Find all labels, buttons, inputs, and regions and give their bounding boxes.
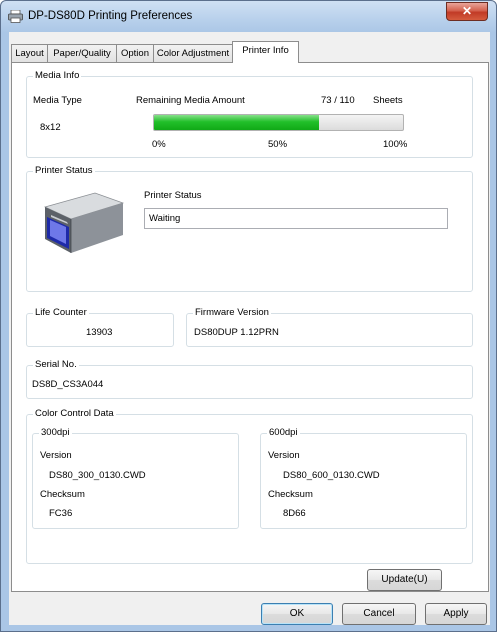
color-control-data-group: Color Control Data 300dpi Version DS80_3… — [26, 408, 473, 564]
ok-button[interactable]: OK — [261, 603, 333, 625]
printer-status-group: Printer Status Printer Status Waiting — [26, 165, 473, 292]
apply-button[interactable]: Apply — [425, 603, 487, 625]
printer-icon — [8, 10, 23, 23]
firmware-version-group-label: Firmware Version — [193, 307, 271, 318]
tab-color-adjustment[interactable]: Color Adjustment — [153, 44, 233, 62]
dialog-window: DP-DS80D Printing Preferences ✕ Layout P… — [0, 0, 497, 632]
remaining-media-label: Remaining Media Amount — [136, 95, 245, 106]
dpi300-checksum-label: Checksum — [40, 489, 85, 500]
printer-status-field: Waiting — [144, 208, 448, 229]
dpi600-version-label: Version — [268, 450, 300, 461]
printer-status-group-label: Printer Status — [33, 165, 95, 176]
remaining-media-unit: Sheets — [373, 95, 403, 106]
printer-status-label: Printer Status — [144, 190, 202, 201]
dpi600-version-value: DS80_600_0130.CWD — [283, 470, 380, 481]
printer-device-image — [43, 192, 125, 253]
dpi600-checksum-value: 8D66 — [283, 508, 306, 519]
dpi600-checksum-label: Checksum — [268, 489, 313, 500]
firmware-version-value: DS80DUP 1.12PRN — [194, 327, 279, 338]
printer-info-panel: Media Info Media Type 8x12 Remaining Med… — [11, 62, 489, 592]
dpi300-version-label: Version — [40, 450, 72, 461]
scale-0-percent: 0% — [152, 139, 166, 150]
serial-number-group-label: Serial No. — [33, 359, 79, 370]
cancel-button[interactable]: Cancel — [342, 603, 416, 625]
dpi300-checksum-value: FC36 — [49, 508, 73, 519]
media-info-group-label: Media Info — [33, 70, 82, 81]
life-counter-group-label: Life Counter — [33, 307, 89, 318]
scale-100-percent: 100% — [383, 139, 408, 150]
dpi300-version-value: DS80_300_0130.CWD — [49, 470, 146, 481]
dpi300-subgroup: 300dpi Version DS80_300_0130.CWD Checksu… — [32, 427, 239, 529]
dialog-client-area: Layout Paper/Quality Option Color Adjust… — [9, 32, 490, 625]
window-title: DP-DS80D Printing Preferences — [28, 10, 193, 22]
remaining-media-progress-bar — [153, 114, 404, 131]
life-counter-value: 13903 — [86, 327, 113, 338]
remaining-media-value: 73 / 110 — [321, 95, 355, 106]
media-type-label: Media Type — [33, 95, 82, 106]
dpi600-label: 600dpi — [267, 427, 300, 438]
update-button[interactable]: Update(U) — [367, 569, 442, 591]
tab-printer-info[interactable]: Printer Info — [232, 41, 299, 63]
tab-layout[interactable]: Layout — [11, 44, 48, 62]
firmware-version-group: Firmware Version DS80DUP 1.12PRN — [186, 307, 473, 347]
dpi600-subgroup: 600dpi Version DS80_600_0130.CWD Checksu… — [260, 427, 467, 529]
media-type-value: 8x12 — [40, 122, 61, 133]
scale-50-percent: 50% — [268, 139, 288, 150]
serial-number-group: Serial No. DS8D_CS3A044 — [26, 359, 473, 399]
media-info-group: Media Info Media Type 8x12 Remaining Med… — [26, 70, 473, 158]
progress-fill — [154, 115, 320, 130]
close-button[interactable]: ✕ — [446, 2, 488, 21]
life-counter-group: Life Counter 13903 — [26, 307, 174, 347]
color-control-data-group-label: Color Control Data — [33, 408, 116, 419]
tab-strip: Layout Paper/Quality Option Color Adjust… — [9, 41, 490, 63]
tab-paper-quality[interactable]: Paper/Quality — [47, 44, 117, 62]
serial-number-value: DS8D_CS3A044 — [32, 379, 104, 390]
tab-option[interactable]: Option — [116, 44, 154, 62]
title-bar: DP-DS80D Printing Preferences ✕ — [1, 1, 496, 32]
dpi300-label: 300dpi — [39, 427, 72, 438]
